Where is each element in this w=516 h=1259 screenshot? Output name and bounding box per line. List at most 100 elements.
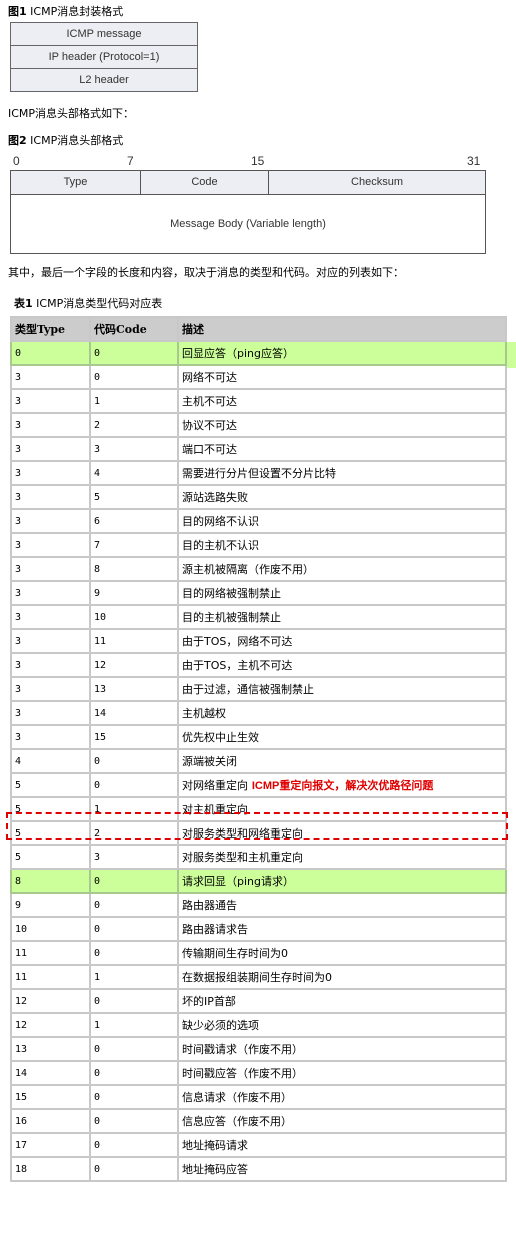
figure1-title: ICMP消息封装格式 — [30, 5, 124, 18]
cell-code: 7 — [89, 532, 179, 558]
cell-description: 由于TOS，网络不可达 — [177, 628, 507, 654]
cell-type: 5 — [10, 820, 91, 846]
cell-description: 目的主机不认识 — [177, 532, 507, 558]
cell-code: 10 — [89, 604, 179, 630]
table-row: 17 0 地址掩码请求 — [10, 1132, 507, 1158]
cell-description: 地址掩码请求 — [177, 1132, 507, 1158]
cell-code: 2 — [89, 820, 179, 846]
cell-type: 3 — [10, 460, 91, 486]
table-row: 3 6 目的网络不认识 — [10, 508, 507, 534]
cell-code: 8 — [89, 556, 179, 582]
description-text: 对主机重定向 — [182, 803, 248, 816]
cell-description: 源端被关闭 — [177, 748, 507, 774]
cell-code: 3 — [89, 844, 179, 870]
icmp-header-diagram: Type Code Checksum Message Body (Variabl… — [10, 170, 486, 254]
redirect-annotation: ICMP重定向报文，解决次优路径问题 — [248, 779, 434, 792]
cell-code: 0 — [89, 748, 179, 774]
cell-description: 坏的IP首部 — [177, 988, 507, 1014]
description-text: 网络不可达 — [182, 371, 237, 384]
column-header-code: 代码Code — [89, 316, 179, 342]
table-caption: 表1 ICMP消息类型代码对应表 — [14, 295, 162, 311]
cell-type: 3 — [10, 364, 91, 390]
description-text: 路由器请求告 — [182, 923, 248, 936]
cell-description: 传输期间生存时间为0 — [177, 940, 507, 966]
table-label: 表1 — [14, 297, 33, 310]
cell-type: 8 — [10, 868, 91, 894]
icmp-encapsulation-diagram: ICMP message IP header (Protocol=1) L2 h… — [10, 22, 198, 92]
cell-description: 由于TOS，主机不可达 — [177, 652, 507, 678]
figure2-caption: 图2 ICMP消息头部格式 — [8, 132, 123, 148]
cell-description: 端口不可达 — [177, 436, 507, 462]
annotation-prefix: ICMP — [251, 780, 280, 792]
description-text: 由于TOS，网络不可达 — [182, 635, 293, 648]
table-row: 4 0 源端被关闭 — [10, 748, 507, 774]
table-row: 3 0 网络不可达 — [10, 364, 507, 390]
description-text: 主机不可达 — [182, 395, 237, 408]
cell-description: 源主机被隔离（作废不用） — [177, 556, 507, 582]
table-row: 3 4 需要进行分片但设置不分片比特 — [10, 460, 507, 486]
table-row: 10 0 路由器请求告 — [10, 916, 507, 942]
table-row: 11 0 传输期间生存时间为0 — [10, 940, 507, 966]
table-row: 5 1 对主机重定向 — [10, 796, 507, 822]
cell-code: 0 — [89, 868, 179, 894]
cell-type: 13 — [10, 1036, 91, 1062]
description-text: 目的网络被强制禁止 — [182, 587, 281, 600]
field-message-body: Message Body (Variable length) — [170, 218, 326, 230]
table-row: 18 0 地址掩码应答 — [10, 1156, 507, 1182]
highlight-extension — [507, 342, 516, 368]
description-text: 目的主机被强制禁止 — [182, 611, 281, 624]
cell-code: 14 — [89, 700, 179, 726]
cell-code: 15 — [89, 724, 179, 750]
cell-type: 4 — [10, 748, 91, 774]
description-text: 路由器通告 — [182, 899, 237, 912]
cell-type: 18 — [10, 1156, 91, 1182]
description-text: 传输期间生存时间为0 — [182, 947, 288, 960]
description-text: 在数据报组装期间生存时间为0 — [182, 971, 332, 984]
bit-mark-15: 15 — [251, 154, 265, 168]
table-row: 15 0 信息请求（作废不用） — [10, 1084, 507, 1110]
cell-type: 5 — [10, 844, 91, 870]
table-row: 5 3 对服务类型和主机重定向 — [10, 844, 507, 870]
cell-code: 9 — [89, 580, 179, 606]
cell-type: 3 — [10, 700, 91, 726]
field-type: Type — [11, 171, 141, 194]
description-text: 地址掩码应答 — [182, 1163, 248, 1176]
cell-type: 5 — [10, 796, 91, 822]
cell-description: 时间戳应答（作废不用） — [177, 1060, 507, 1086]
cell-type: 10 — [10, 916, 91, 942]
cell-code: 4 — [89, 460, 179, 486]
layer-l2-header: L2 header — [11, 69, 197, 91]
cell-description: 路由器请求告 — [177, 916, 507, 942]
table-row: 8 0 请求回显（ping请求） — [10, 868, 507, 894]
cell-description: 时间戳请求（作废不用） — [177, 1036, 507, 1062]
cell-type: 5 — [10, 772, 91, 798]
description-text: 时间戳应答（作废不用） — [182, 1067, 303, 1080]
cell-code: 12 — [89, 652, 179, 678]
cell-code: 0 — [89, 340, 179, 366]
column-header-description: 描述 — [177, 316, 507, 342]
icmp-type-code-table: 类型Type 代码Code 描述 0 0 回显应答（ping应答） 3 0 网络不可达 3 1… — [10, 316, 507, 1182]
description-text: 需要进行分片但设置不分片比特 — [182, 467, 336, 480]
layer-ip-header: IP header (Protocol=1) — [11, 46, 197, 69]
cell-type: 3 — [10, 652, 91, 678]
description-text: 请求回显（ping请求） — [182, 875, 294, 888]
cell-type: 12 — [10, 988, 91, 1014]
cell-type: 17 — [10, 1132, 91, 1158]
field-checksum: Checksum — [351, 176, 403, 188]
cell-type: 16 — [10, 1108, 91, 1134]
table-row: 3 10 目的主机被强制禁止 — [10, 604, 507, 630]
description-text: 源站选路失败 — [182, 491, 248, 504]
cell-code: 0 — [89, 364, 179, 390]
cell-description: 目的主机被强制禁止 — [177, 604, 507, 630]
cell-code: 0 — [89, 916, 179, 942]
cell-code: 0 — [89, 1084, 179, 1110]
table-row: 3 3 端口不可达 — [10, 436, 507, 462]
table-row: 13 0 时间戳请求（作废不用） — [10, 1036, 507, 1062]
cell-description: 信息应答（作废不用） — [177, 1108, 507, 1134]
cell-description: 协议不可达 — [177, 412, 507, 438]
cell-code: 0 — [89, 1132, 179, 1158]
cell-type: 3 — [10, 580, 91, 606]
cell-code: 0 — [89, 1036, 179, 1062]
cell-description: 地址掩码应答 — [177, 1156, 507, 1182]
figure1-caption: 图1 ICMP消息封装格式 — [8, 3, 123, 19]
